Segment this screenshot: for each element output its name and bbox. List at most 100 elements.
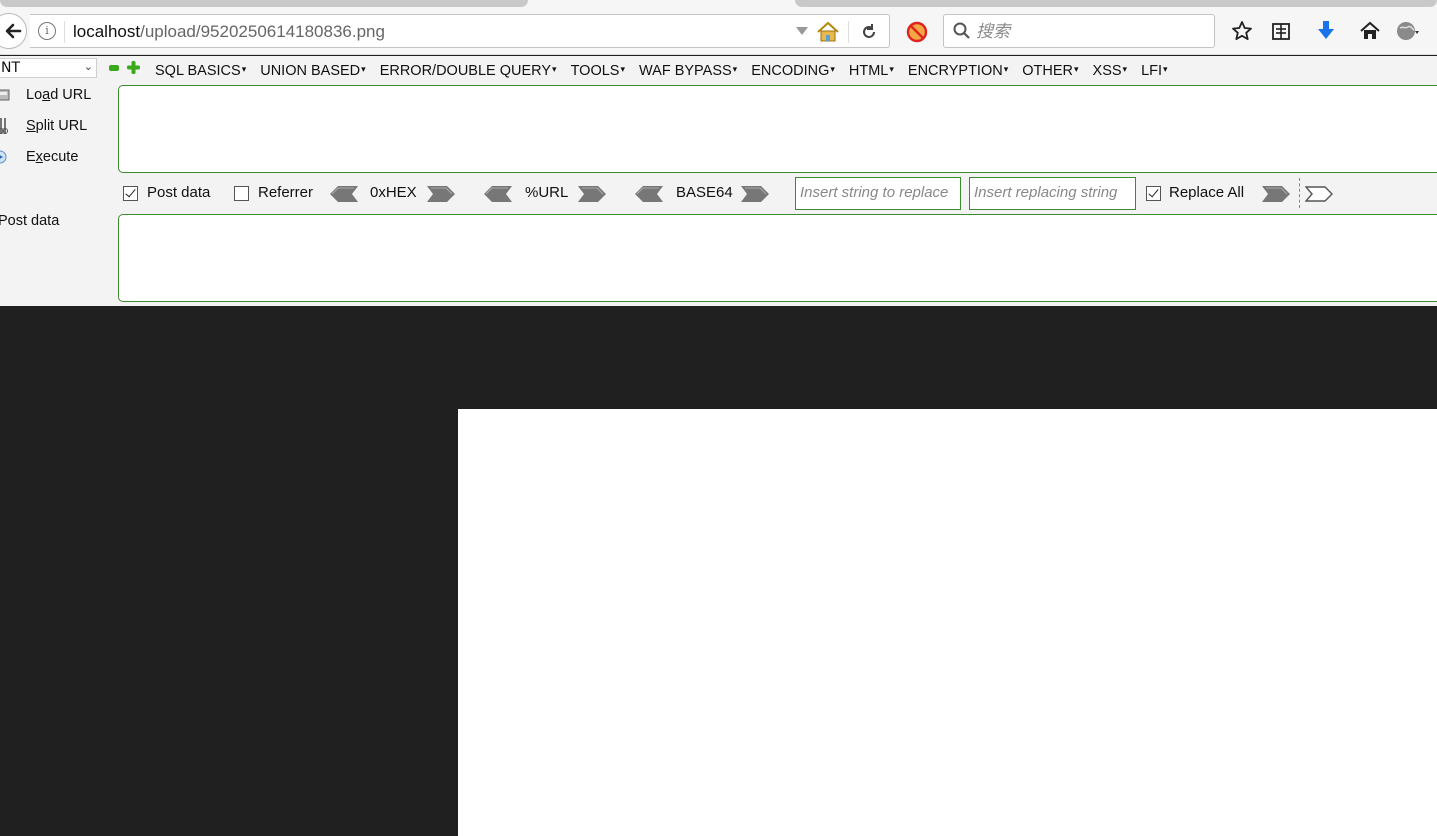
page-content bbox=[0, 306, 1437, 836]
menu-html[interactable]: HTML▾ bbox=[849, 59, 894, 81]
menu-label: UNION BASED bbox=[260, 63, 361, 79]
home-icon[interactable] bbox=[1359, 20, 1381, 42]
load-url-label: Load URL bbox=[26, 87, 92, 103]
load-url-button[interactable]: Load URL bbox=[0, 86, 91, 104]
menu-label: SQL BASICS bbox=[155, 63, 241, 79]
dropdown-caret-icon: ▾ bbox=[889, 64, 894, 74]
base64-decode-arrow-icon[interactable] bbox=[635, 186, 663, 202]
dropdown-caret-icon: ▾ bbox=[1003, 64, 1009, 74]
uploaded-image[interactable] bbox=[458, 409, 1437, 836]
hackbar-panel: NT ⌄ SQL BASICS▾ UNION BASED▾ ERROR/DOUBLE… bbox=[0, 56, 1437, 306]
dropdown-caret-icon: ▾ bbox=[552, 64, 557, 74]
menu-label: ENCRYPTION bbox=[907, 63, 1003, 79]
chevron-down-icon: ⌄ bbox=[83, 60, 93, 73]
execute-button[interactable]: Execute bbox=[0, 148, 78, 166]
profile-globe-icon[interactable] bbox=[1396, 20, 1420, 42]
bookmarks-library-icon[interactable] bbox=[1270, 20, 1292, 42]
menu-xss[interactable]: XSS▾ bbox=[1093, 59, 1128, 81]
menu-label: HTML bbox=[848, 63, 889, 79]
hackbar-options-row: Post data Referrer 0xHEX %URL BASE64 Ins… bbox=[0, 176, 1437, 210]
split-url-label: Split URL bbox=[26, 118, 88, 134]
divider bbox=[848, 21, 849, 43]
tab-strip bbox=[0, 0, 1437, 7]
decrease-button[interactable] bbox=[109, 65, 119, 71]
post-data-field-label: Post data bbox=[0, 213, 60, 229]
url-path: /upload/9520250614180836.png bbox=[140, 22, 385, 41]
menu-label: OTHER bbox=[1022, 63, 1073, 79]
menu-error-double-query[interactable]: ERROR/DOUBLE QUERY▾ bbox=[380, 59, 557, 81]
hackbar-menu: SQL BASICS▾ UNION BASED▾ ERROR/DOUBLE QUER… bbox=[155, 59, 1182, 81]
noscript-icon[interactable] bbox=[906, 21, 928, 43]
load-url-icon bbox=[0, 89, 10, 101]
menu-encryption[interactable]: ENCRYPTION▾ bbox=[908, 59, 1008, 81]
replace-forward-arrow-icon[interactable] bbox=[1262, 186, 1290, 202]
url-host: localhost bbox=[73, 22, 141, 41]
menu-label: XSS bbox=[1092, 63, 1122, 79]
split-url-button[interactable]: Split URL bbox=[0, 117, 87, 135]
menu-label: WAF BYPASS bbox=[639, 63, 732, 79]
home-page-icon[interactable] bbox=[816, 21, 840, 43]
select-value: NT bbox=[1, 60, 21, 76]
hex-decode-arrow-icon[interactable] bbox=[330, 186, 358, 202]
increase-button[interactable] bbox=[127, 61, 140, 74]
execute-icon bbox=[0, 150, 7, 164]
split-url-icon bbox=[0, 118, 8, 134]
reload-icon[interactable] bbox=[859, 22, 879, 42]
menu-label: TOOLS bbox=[570, 63, 620, 79]
menu-waf-bypass[interactable]: WAF BYPASS▾ bbox=[639, 59, 737, 81]
dropdown-caret-icon: ▾ bbox=[241, 64, 247, 74]
hackbar-url-textarea[interactable] bbox=[118, 85, 1437, 173]
menu-label: ENCODING bbox=[751, 63, 830, 79]
back-button[interactable] bbox=[0, 13, 27, 49]
dropdown-caret-icon: ▾ bbox=[830, 64, 835, 74]
dropdown-caret-icon: ▾ bbox=[361, 64, 366, 74]
search-icon bbox=[953, 22, 970, 39]
replacing-string-input[interactable]: Insert replacing string bbox=[969, 177, 1136, 210]
url-bar[interactable]: i localhost/upload/9520250614180836.png bbox=[30, 14, 890, 48]
hex-label: 0xHEX bbox=[370, 184, 417, 201]
dropdown-caret-icon: ▾ bbox=[1074, 64, 1079, 74]
download-icon[interactable] bbox=[1315, 20, 1337, 42]
referrer-checkbox[interactable] bbox=[234, 186, 249, 201]
hackbar-post-data-textarea[interactable] bbox=[118, 214, 1437, 302]
menu-sql-basics[interactable]: SQL BASICS▾ bbox=[155, 59, 246, 81]
menu-other[interactable]: OTHER▾ bbox=[1022, 59, 1078, 81]
url-text[interactable]: localhost/upload/9520250614180836.png bbox=[73, 21, 385, 43]
dropdown-caret-icon: ▾ bbox=[1122, 64, 1128, 74]
menu-union-based[interactable]: UNION BASED▾ bbox=[260, 59, 365, 81]
post-data-checkbox[interactable] bbox=[123, 186, 138, 201]
site-info-icon[interactable]: i bbox=[38, 22, 56, 40]
hex-encode-arrow-icon[interactable] bbox=[427, 186, 455, 202]
referrer-option-label: Referrer bbox=[258, 184, 314, 201]
url-encode-arrow-icon[interactable] bbox=[578, 186, 606, 202]
post-data-option-label: Post data bbox=[147, 184, 211, 201]
replace-string-input[interactable]: Insert string to replace bbox=[795, 177, 961, 210]
base64-encode-arrow-icon[interactable] bbox=[741, 186, 769, 202]
menu-lfi[interactable]: LFI▾ bbox=[1141, 59, 1167, 81]
dropdown-caret-icon: ▾ bbox=[732, 64, 738, 74]
bookmark-star-icon[interactable] bbox=[1231, 20, 1253, 42]
search-placeholder: 搜索 bbox=[976, 22, 1010, 42]
navigation-bar: i localhost/upload/9520250614180836.png … bbox=[0, 7, 1437, 55]
hackbar-version-select[interactable]: NT ⌄ bbox=[0, 58, 97, 78]
menu-label: LFI bbox=[1141, 63, 1163, 79]
tab-inactive[interactable] bbox=[795, 0, 1437, 7]
dropdown-caret-icon: ▾ bbox=[1163, 64, 1168, 74]
replace-all-checkbox[interactable] bbox=[1146, 186, 1161, 201]
divider bbox=[1299, 178, 1300, 208]
back-arrow-icon bbox=[5, 23, 22, 39]
search-bar[interactable]: 搜索 bbox=[943, 14, 1215, 48]
hackbar-menu-bar: NT ⌄ SQL BASICS▾ UNION BASED▾ ERROR/DOUBLE… bbox=[0, 56, 1437, 82]
history-dropdown-icon[interactable] bbox=[796, 27, 808, 35]
divider bbox=[64, 21, 65, 43]
url-decode-arrow-icon[interactable] bbox=[484, 186, 512, 202]
menu-label: ERROR/DOUBLE QUERY bbox=[379, 63, 552, 79]
tab-inactive[interactable] bbox=[0, 0, 528, 7]
url-encode-label: %URL bbox=[525, 184, 569, 201]
menu-tools[interactable]: TOOLS▾ bbox=[571, 59, 625, 81]
replace-all-label: Replace All bbox=[1169, 184, 1245, 201]
dropdown-caret-icon: ▾ bbox=[620, 64, 625, 74]
menu-encoding[interactable]: ENCODING▾ bbox=[751, 59, 835, 81]
base64-label: BASE64 bbox=[676, 184, 733, 201]
replace-outline-arrow-icon[interactable] bbox=[1305, 186, 1333, 202]
